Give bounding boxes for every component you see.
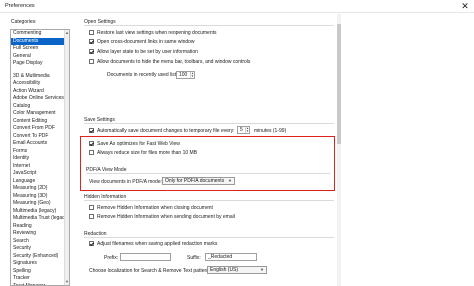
title-bar: Preferences ✕ (0, 0, 474, 13)
category-item-full-screen[interactable]: Full Screen (11, 45, 69, 53)
category-item-content-editing[interactable]: Content Editing (11, 118, 69, 126)
checkbox-box[interactable] (89, 49, 94, 54)
panel-scrollbar[interactable] (337, 14, 341, 286)
autosave-unit-label: minutes (1-99) (254, 128, 287, 134)
scroll-up-icon[interactable]: ▲ (65, 30, 69, 36)
close-icon[interactable]: ✕ (458, 0, 472, 12)
category-item-javascript[interactable]: JavaScript (11, 170, 69, 178)
cross-doc-links-checkbox[interactable]: Open cross-document links in same window (89, 38, 195, 45)
category-item-general[interactable]: General (11, 53, 69, 61)
scroll-down-icon[interactable]: ▼ (65, 279, 69, 285)
suffix-input[interactable]: _Redacted (205, 253, 257, 261)
category-item-security-enhanced[interactable]: Security (Enhanced) (11, 253, 69, 261)
category-item-measuring-2d[interactable]: Measuring (2D) (11, 185, 69, 193)
category-item-action-wizard[interactable]: Action Wizard (11, 88, 69, 96)
checkbox-box[interactable] (89, 128, 94, 133)
category-item-language[interactable]: Language (11, 178, 69, 186)
suffix-label: Suffix: (187, 255, 201, 261)
category-item-security[interactable]: Security (11, 245, 69, 253)
category-item-internet[interactable]: Internet (11, 163, 69, 171)
prefix-label: Prefix: (104, 255, 119, 261)
stepper-arrows-icon[interactable]: ▲ ▼ (245, 127, 249, 133)
checkbox-box[interactable] (89, 150, 94, 155)
category-item-reviewing[interactable]: Reviewing (11, 230, 69, 238)
checkbox-box[interactable] (89, 30, 94, 35)
prefix-input[interactable] (120, 253, 171, 261)
category-item-accessibility[interactable]: Accessibility (11, 80, 69, 88)
category-item-adobe-online-services[interactable]: Adobe Online Services (11, 95, 69, 103)
categories-list[interactable]: Commenting Documents Full Screen General Pag… (10, 29, 70, 286)
categories-scrollbar[interactable]: ▲ ▼ (64, 30, 69, 285)
checkbox-box[interactable] (89, 141, 94, 146)
category-item-documents[interactable]: Documents (11, 37, 69, 45)
category-item-tracker[interactable]: Tracker (11, 275, 69, 283)
fast-web-view-checkbox[interactable]: Save As optimizes for Fast Web View (89, 140, 180, 147)
layer-state-checkbox[interactable]: Allow layer state to be set by user info… (89, 48, 198, 55)
checkbox-box[interactable] (89, 205, 94, 210)
category-item-spelling[interactable]: Spelling (11, 268, 69, 276)
category-item-multimedia-legacy[interactable]: Multimedia (legacy) (11, 208, 69, 216)
checkbox-box[interactable] (89, 59, 94, 64)
checkbox-box[interactable] (89, 214, 94, 219)
checkbox-box[interactable] (89, 39, 94, 44)
localization-select[interactable]: English (US) ▼ (207, 266, 267, 274)
recent-list-stepper[interactable]: 100 ▲ ▼ (176, 71, 195, 79)
localization-label: Choose localization for Search & Remove … (89, 268, 213, 274)
category-item-reading[interactable]: Reading (11, 223, 69, 231)
autosave-checkbox[interactable]: Automatically save document changes to t… (89, 127, 235, 134)
pdfa-divider (86, 173, 330, 174)
hidden-info-divider (84, 200, 334, 201)
save-settings-divider (84, 123, 334, 124)
adjust-filenames-checkbox[interactable]: Adjust filenames when saving applied red… (89, 240, 217, 247)
hide-menubar-checkbox[interactable]: Allow documents to hide the menu bar, to… (89, 58, 250, 65)
category-item-multimedia-trust-legacy[interactable]: Multimedia Trust (legacy) (11, 215, 69, 223)
category-item-forms[interactable]: Forms (11, 148, 69, 156)
category-item-search[interactable]: Search (11, 238, 69, 246)
category-item-signatures[interactable]: Signatures (11, 260, 69, 268)
autosave-minutes-stepper[interactable]: 5 ▲ ▼ (237, 126, 250, 134)
open-settings-divider (84, 25, 334, 26)
category-item-email-accounts[interactable]: Email Accounts (11, 140, 69, 148)
chevron-down-icon: ▼ (228, 178, 232, 183)
pdfa-mode-label: View documents in PDF/A mode: (89, 179, 162, 185)
category-item-convert-from-pdf[interactable]: Convert From PDF (11, 125, 69, 133)
scrollbar-thumb[interactable] (337, 24, 341, 144)
stepper-arrows-icon[interactable]: ▲ ▼ (190, 72, 194, 78)
pdfa-mode-select[interactable]: Only for PDF/A documents ▼ (162, 177, 235, 185)
categories-label: Categories: (11, 19, 37, 25)
restore-view-checkbox[interactable]: Restore last view settings when reopenin… (89, 29, 217, 36)
category-item-color-management[interactable]: Color Management (11, 110, 69, 118)
checkbox-box[interactable] (89, 241, 94, 246)
reduce-size-checkbox[interactable]: Always reduce size for files more than 1… (89, 149, 197, 156)
category-item-convert-to-pdf[interactable]: Convert To PDF (11, 133, 69, 141)
recent-list-label: Documents in recently used list: (107, 72, 178, 78)
remove-hidden-close-checkbox[interactable]: Remove Hidden Information when closing d… (89, 204, 213, 211)
chevron-down-icon: ▼ (260, 267, 264, 272)
category-item-trust-manager[interactable]: Trust Manager (11, 283, 69, 286)
category-item-3d-multimedia[interactable]: 3D & Multimedia (11, 73, 69, 81)
category-item-catalog[interactable]: Catalog (11, 103, 69, 111)
category-item-measuring-3d[interactable]: Measuring (3D) (11, 193, 69, 201)
redaction-divider (84, 237, 334, 238)
remove-hidden-email-checkbox[interactable]: Remove Hidden Information when sending d… (89, 213, 235, 220)
window-title: Preferences (5, 3, 35, 9)
category-item-commenting[interactable]: Commenting (11, 30, 69, 38)
category-item-identity[interactable]: Identity (11, 155, 69, 163)
category-item-page-display[interactable]: Page Display (11, 60, 69, 68)
category-item-measuring-geo[interactable]: Measuring (Geo) (11, 200, 69, 208)
